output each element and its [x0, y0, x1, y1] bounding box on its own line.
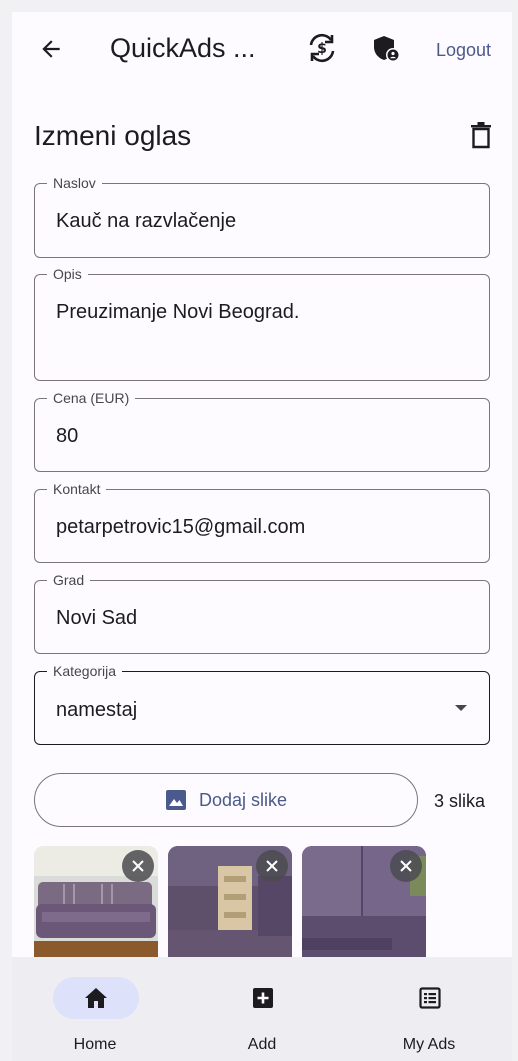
list-icon: [419, 987, 441, 1009]
app-window: QuickAds ... $ Logout Izmeni oglas Naslo…: [12, 12, 512, 1061]
back-button[interactable]: [34, 32, 68, 66]
admin-shield-button[interactable]: [368, 30, 404, 66]
image-thumbnail: [168, 846, 292, 970]
close-icon: [132, 860, 144, 872]
nav-label-home: Home: [73, 1036, 117, 1053]
add-images-button[interactable]: Dodaj slike: [34, 773, 418, 827]
city-field-label: Grad: [47, 571, 91, 589]
logout-button[interactable]: Logout: [436, 40, 491, 61]
category-dropdown[interactable]: Kategorija namestaj: [34, 662, 490, 745]
description-field-label: Opis: [47, 265, 88, 283]
currency-exchange-icon: $: [309, 33, 335, 63]
images-count: 3 slika: [434, 791, 486, 811]
title-field-label: Naslov: [47, 174, 102, 192]
nav-item-home[interactable]: Home: [12, 957, 178, 1061]
shield-user-icon: [374, 36, 400, 62]
bottom-navigation: Home Add My Ads: [12, 957, 512, 1061]
city-field-value: Novi Sad: [56, 607, 138, 629]
nav-label-my-ads: My Ads: [402, 1036, 456, 1053]
contact-field-value: petarpetrovic15@gmail.com: [56, 516, 306, 538]
remove-image-button[interactable]: [122, 850, 154, 882]
description-field-value: Preuzimanje Novi Beograd.: [56, 301, 300, 323]
trash-icon: [471, 122, 491, 149]
image-thumbnail: [34, 846, 158, 970]
image-thumbnail: [302, 846, 426, 970]
title-field[interactable]: Naslov Kauč na razvlačenje: [34, 174, 490, 258]
app-title: QuickAds ...: [110, 33, 256, 63]
nav-item-my-ads[interactable]: My Ads: [346, 957, 512, 1061]
remove-image-button[interactable]: [390, 850, 422, 882]
price-field[interactable]: Cena (EUR) 80: [34, 389, 490, 472]
nav-label-add: Add: [247, 1036, 277, 1053]
app-bar: QuickAds ... $ Logout: [12, 12, 512, 86]
svg-text:$: $: [317, 41, 327, 57]
category-dropdown-value: namestaj: [56, 699, 138, 721]
page-title: Izmeni oglas: [34, 120, 192, 151]
category-dropdown-label: Kategorija: [47, 662, 123, 680]
arrow-back-icon: [42, 40, 60, 58]
dropdown-arrow-icon: [455, 705, 467, 711]
home-icon: [85, 988, 107, 1008]
price-field-value: 80: [56, 425, 79, 447]
remove-image-button[interactable]: [256, 850, 288, 882]
close-icon: [266, 860, 278, 872]
image-icon: [165, 790, 186, 810]
add-images-label: Dodaj slike: [198, 789, 288, 810]
delete-button[interactable]: [466, 118, 496, 152]
description-field[interactable]: Opis Preuzimanje Novi Beograd.: [34, 265, 490, 381]
title-field-value: Kauč na razvlačenje: [56, 210, 237, 232]
nav-active-indicator: [53, 977, 139, 1019]
price-field-label: Cena (EUR): [47, 389, 136, 407]
nav-item-add[interactable]: Add: [179, 957, 345, 1061]
city-field[interactable]: Grad Novi Sad: [34, 571, 490, 654]
close-icon: [400, 860, 412, 872]
contact-field[interactable]: Kontakt petarpetrovic15@gmail.com: [34, 480, 490, 563]
add-box-icon: [253, 988, 273, 1008]
currency-exchange-button[interactable]: $: [304, 30, 340, 66]
contact-field-label: Kontakt: [47, 480, 107, 498]
